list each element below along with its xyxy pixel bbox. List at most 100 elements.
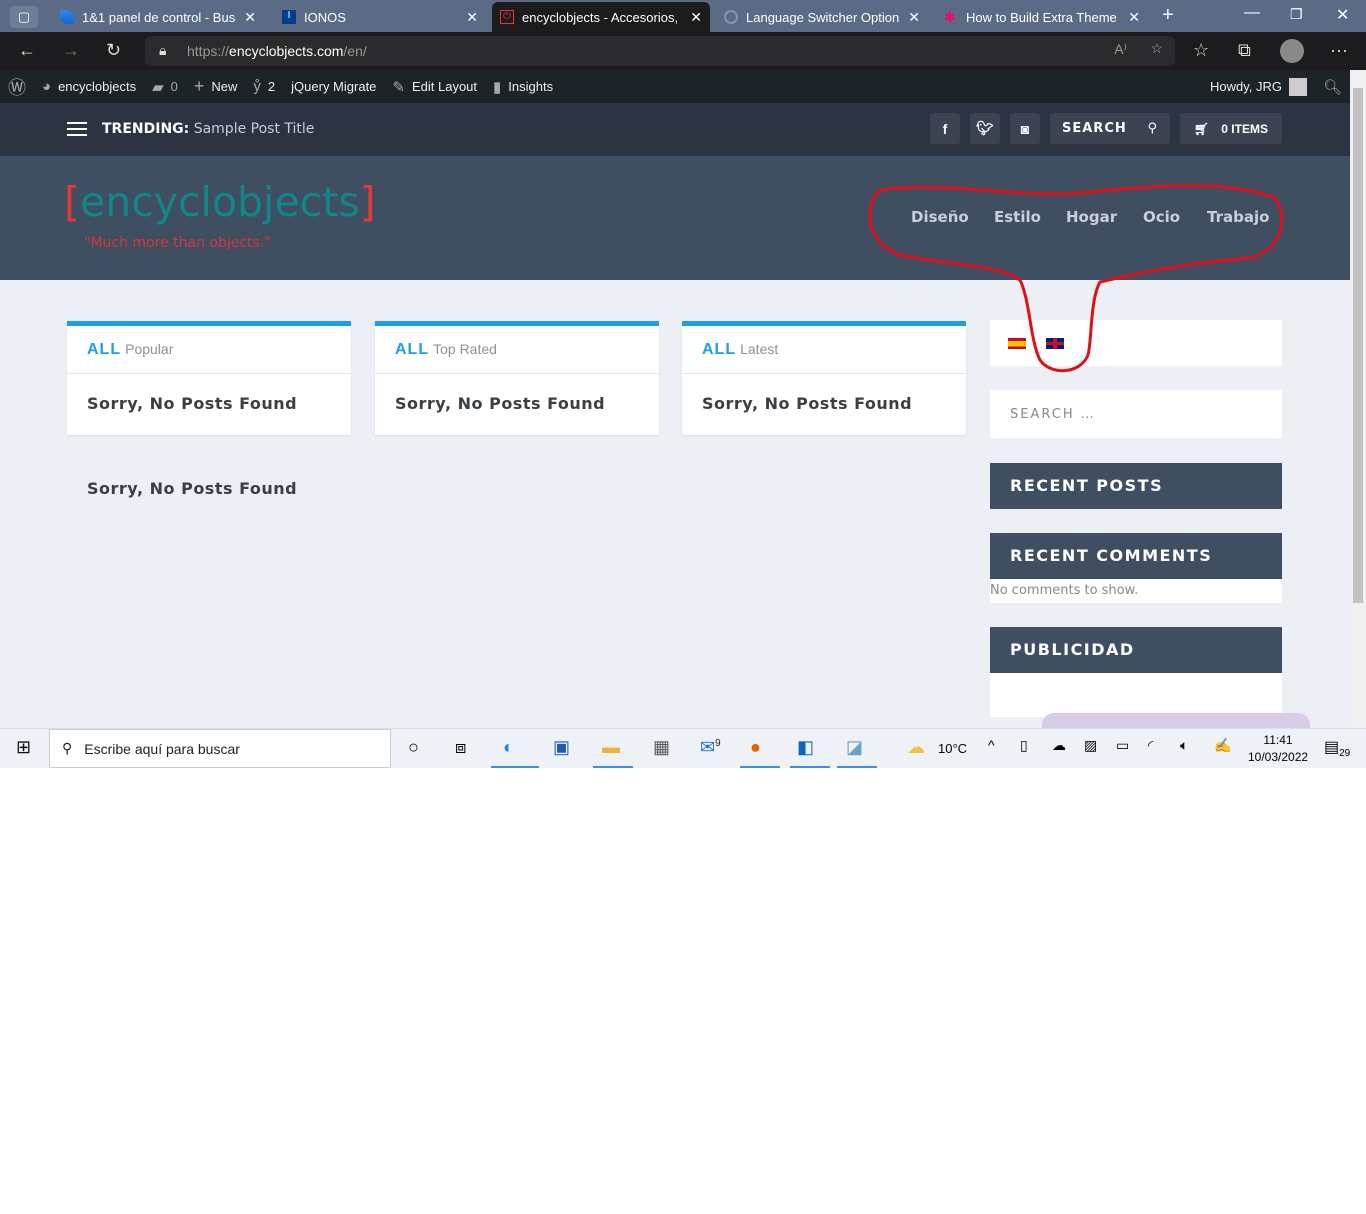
store-icon[interactable]: ▣ [553, 737, 570, 758]
close-tab-icon[interactable]: ✕ [466, 9, 478, 26]
flag-es-icon[interactable] [1008, 338, 1026, 349]
page-scrollbar[interactable] [1350, 70, 1366, 728]
wordpress-icon: Ⓦ [8, 77, 26, 98]
search-icon: ⚲ [62, 740, 73, 756]
more-icon[interactable]: ··· [1330, 40, 1348, 61]
tab-extra-theme[interactable]: ✱ How to Build Extra Theme Ho ✕ [936, 4, 1148, 30]
tab-language-switcher[interactable]: Language Switcher Options - ✕ [716, 4, 928, 30]
profile-avatar[interactable] [1280, 39, 1304, 63]
windows-start-icon[interactable]: ⊞ [16, 737, 31, 758]
minimize-button[interactable]: — [1244, 4, 1260, 22]
taskbar-search-input[interactable]: ⚲ Escribe aquí para buscar [49, 729, 391, 768]
menu-item-hogar[interactable]: Hogar [1066, 208, 1117, 226]
tray-app-icon[interactable]: ▯ [1020, 737, 1028, 754]
facebook-icon: f [942, 120, 948, 137]
wp-logo[interactable]: Ⓦ [0, 70, 34, 103]
wp-yoast[interactable]: ẙ2 [245, 70, 283, 103]
volume-icon[interactable]: 🔈︎ [1180, 737, 1188, 754]
mail-icon[interactable]: ✉9 [700, 737, 721, 758]
user-avatar [1288, 77, 1307, 96]
collections-icon[interactable]: ⧉ [1238, 40, 1251, 61]
menu-item-estilo[interactable]: Estilo [994, 208, 1041, 226]
firefox-icon[interactable]: ● [750, 737, 761, 758]
close-tab-icon[interactable]: ✕ [690, 9, 702, 26]
facebook-button[interactable]: f [930, 113, 960, 144]
chevron-up-icon[interactable]: ^ [988, 737, 995, 753]
trending-post-link[interactable]: Sample Post Title [194, 121, 315, 137]
calculator-icon[interactable]: ▦ [653, 737, 670, 758]
close-tab-icon[interactable]: ✕ [244, 9, 256, 26]
comment-icon: ▰ [152, 78, 164, 96]
weather-icon: ☁ [907, 737, 925, 757]
wp-account[interactable]: Howdy, JRG [1202, 70, 1315, 103]
read-aloud-icon[interactable]: A⁾ [1114, 41, 1127, 58]
edge-icon[interactable]: ◐ [503, 737, 514, 758]
hamburger-menu-icon[interactable] [67, 122, 87, 136]
weather-temp[interactable]: 10°C [938, 741, 967, 756]
tab-ionos[interactable]: I IONOS ✕ [274, 4, 486, 30]
wp-insights[interactable]: ▮ Insights [485, 70, 561, 103]
cortana-icon[interactable]: ○ [408, 737, 419, 758]
trending: TRENDING: Sample Post Title [102, 121, 315, 137]
restore-button[interactable]: ❐ [1290, 6, 1303, 23]
header-search[interactable]: SEARCH ⚲ [1050, 113, 1170, 144]
posts-card-latest: ALL Latest Sorry, No Posts Found [682, 321, 966, 435]
menu-item-diseno[interactable]: Diseño [911, 208, 969, 226]
task-view-icon[interactable]: ⧈ [455, 737, 466, 758]
wp-edit-layout[interactable]: ✎ Edit Layout [384, 70, 485, 103]
wp-site-link[interactable]: ◕ encyclobjects [34, 70, 144, 103]
browser-toolbar: ← → ↻ 🔒︎ https://encyclobjects.com/en/ A… [0, 32, 1366, 70]
new-tab-button[interactable]: + [1162, 4, 1174, 27]
instagram-button[interactable]: ◙ [1010, 113, 1040, 144]
wifi-icon[interactable]: ◜ [1148, 737, 1153, 754]
clock[interactable]: 11:41 10/03/2022 [1248, 732, 1308, 766]
notepad-icon[interactable]: ◪ [846, 737, 863, 758]
twitter-button[interactable]: 🐦︎ [970, 113, 1000, 144]
menu-item-trabajo[interactable]: Trabajo [1207, 208, 1269, 226]
wp-new[interactable]: + New [186, 70, 246, 103]
card-tab[interactable]: ALL Popular [67, 326, 351, 374]
add-favorite-icon[interactable]: ☆ [1150, 40, 1163, 57]
posts-card-top-rated: ALL Top Rated Sorry, No Posts Found [375, 321, 659, 435]
twitter-icon: 🐦︎ [976, 120, 994, 136]
card-tab[interactable]: ALL Latest [682, 326, 966, 374]
tab-encyclobjects[interactable]: ⏻ encyclobjects - Accesorios, co ✕ [492, 2, 710, 32]
refresh-icon[interactable]: ↻ [106, 40, 121, 61]
tray-security-icon[interactable]: ▨ [1084, 737, 1097, 754]
sidebar-search-input[interactable]: SEARCH … [990, 390, 1282, 438]
close-tab-icon[interactable]: ✕ [908, 9, 920, 26]
card-tab[interactable]: ALL Top Rated [375, 326, 659, 374]
tab-1and1[interactable]: 1&1 panel de control - Busca ✕ [52, 4, 264, 30]
power-icon: ⏻ [500, 10, 514, 24]
close-window-button[interactable]: ✕ [1336, 5, 1349, 25]
forward-icon[interactable]: → [62, 40, 80, 61]
favorites-icon[interactable]: ☆ [1193, 40, 1209, 61]
site-logo[interactable]: [encyclobjects] [64, 178, 376, 226]
star-icon: ✱ [944, 9, 956, 25]
outlook-icon[interactable]: ◧ [797, 737, 814, 758]
menu-item-ocio[interactable]: Ocio [1143, 208, 1180, 226]
instagram-icon: ◙ [1020, 120, 1030, 137]
address-bar[interactable]: 🔒︎ https://encyclobjects.com/en/ A⁾ ☆ [145, 36, 1175, 66]
search-icon: 🔍︎ [1322, 78, 1342, 96]
cart-icon: 🛒︎ [1194, 121, 1210, 136]
wp-jquery-migrate[interactable]: jQuery Migrate [283, 70, 384, 103]
flag-uk-icon[interactable] [1046, 338, 1064, 349]
onedrive-icon[interactable]: ☁ [1052, 737, 1066, 754]
close-tab-icon[interactable]: ✕ [1128, 9, 1140, 26]
tab-actions-icon[interactable]: ▢ [10, 6, 38, 28]
back-icon[interactable]: ← [18, 40, 36, 61]
battery-icon[interactable]: ▭ [1116, 737, 1129, 754]
cart-button[interactable]: 🛒︎ 0 ITEMS [1180, 113, 1282, 144]
notifications-icon[interactable]: ▤29 [1324, 737, 1350, 759]
file-explorer-icon[interactable]: ▬ [602, 737, 620, 758]
plus-icon: + [193, 76, 205, 96]
pen-icon[interactable]: ✍ [1214, 737, 1231, 754]
no-posts-message: Sorry, No Posts Found [87, 479, 298, 498]
pencil-icon: ✎ [392, 78, 405, 96]
windows-taskbar: ⊞ ⚲ Escribe aquí para buscar ○ ⧈ ◐ ▣ ▬ ▦ … [0, 728, 1366, 768]
wp-comments[interactable]: ▰ 0 [144, 70, 186, 103]
wp-search[interactable]: 🔍︎ [1315, 70, 1350, 103]
posts-card-popular: ALL Popular Sorry, No Posts Found [67, 321, 351, 435]
bing-icon [60, 10, 74, 24]
